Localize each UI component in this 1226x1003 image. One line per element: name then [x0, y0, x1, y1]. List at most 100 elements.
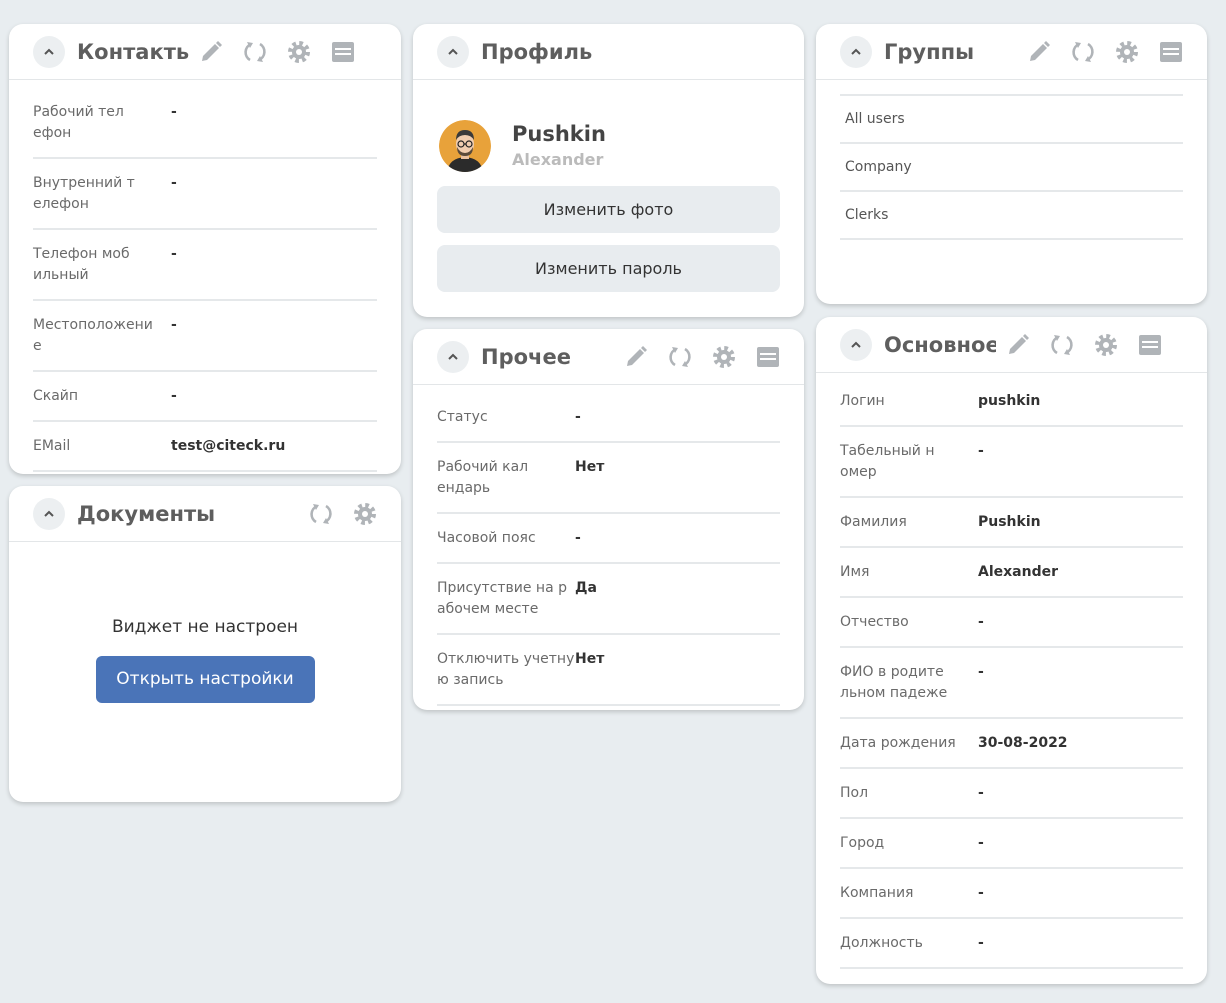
avatar-image: [439, 120, 491, 172]
field-label: Отключить учетную запись: [437, 651, 575, 688]
field-value: -: [171, 175, 177, 191]
edit-button[interactable]: [1017, 30, 1061, 74]
contacts-list: Рабочий телефон - Внутренний телефон - Тел…: [9, 80, 401, 472]
pencil-icon: [202, 40, 222, 61]
archive-button[interactable]: [321, 30, 365, 74]
contact-row: Внутренний телефон -: [33, 159, 377, 230]
collapse-button[interactable]: [840, 328, 872, 361]
main-row: Табельный номер -: [840, 427, 1183, 498]
refresh-icon: [1072, 41, 1094, 62]
refresh-button[interactable]: [1040, 323, 1084, 367]
contacts-widget: Контакты Рабочий телефон - Внутренний тел…: [9, 24, 401, 474]
other-widget: Прочее Статус - Рабочий календарь Нет Часо…: [413, 329, 804, 710]
field-value: Нет: [575, 459, 605, 475]
profile-last-name: Pushkin: [512, 121, 606, 146]
avatar: [439, 120, 491, 172]
main-row: ФИО в родительном падеже -: [840, 648, 1183, 719]
widget-title: Группы: [884, 39, 975, 64]
archive-icon: [332, 41, 354, 62]
collapse-button[interactable]: [437, 340, 469, 373]
archive-icon: [1160, 41, 1182, 62]
main-list: Логин pushkin Табельный номер - Фамилия Pus…: [816, 373, 1207, 969]
documents-widget: Документы Виджет не настроен Открыть нас…: [9, 486, 401, 802]
field-label: Внутренний телефон: [33, 175, 135, 212]
field-label: Рабочий календарь: [437, 459, 529, 496]
widget-title: Прочее: [481, 344, 571, 369]
widget-title: Контакты: [77, 39, 189, 64]
edit-button[interactable]: [189, 30, 233, 74]
profile-header: Профиль: [413, 24, 804, 80]
chevron-up-icon: [44, 510, 54, 517]
pencil-icon: [627, 345, 647, 366]
documents-header: Документы: [9, 486, 401, 542]
collapse-button[interactable]: [33, 497, 65, 530]
refresh-button[interactable]: [658, 335, 702, 379]
field-label: Скайп: [33, 388, 79, 404]
collapse-button[interactable]: [437, 35, 469, 68]
change-password-button[interactable]: Изменить пароль: [437, 245, 780, 292]
other-row: Часовой пояс -: [437, 514, 780, 564]
main-row: Имя Alexander: [840, 548, 1183, 598]
main-row: Дата рождения 30-08-2022: [840, 719, 1183, 769]
open-settings-button[interactable]: Открыть настройки: [95, 656, 315, 703]
documents-body: Виджет не настроен Открыть настройки: [9, 542, 401, 703]
field-value: -: [171, 388, 177, 404]
contact-row: EMail test@citeck.ru: [33, 422, 377, 472]
refresh-icon: [669, 346, 691, 367]
other-row: Статус -: [437, 393, 780, 443]
field-label: Присутствие на рабочем месте: [437, 580, 567, 617]
field-value: -: [978, 614, 984, 630]
chevron-up-icon: [448, 48, 458, 55]
refresh-button[interactable]: [233, 30, 277, 74]
profile-widget: Профиль Pushkin Alexander Изменить фото …: [413, 24, 804, 317]
archive-icon: [757, 346, 779, 367]
archive-button[interactable]: [1128, 323, 1172, 367]
field-label: EMail: [33, 438, 71, 454]
settings-button[interactable]: [1105, 30, 1149, 74]
main-row: Отчество -: [840, 598, 1183, 648]
field-label: Фамилия: [840, 514, 907, 530]
pencil-icon: [1009, 333, 1029, 354]
main-row: Должность -: [840, 919, 1183, 969]
refresh-button[interactable]: [1061, 30, 1105, 74]
settings-button[interactable]: [343, 492, 387, 536]
refresh-button[interactable]: [299, 492, 343, 536]
other-header: Прочее: [413, 329, 804, 385]
contact-row: Скайп -: [33, 372, 377, 422]
archive-button[interactable]: [1149, 30, 1193, 74]
group-item[interactable]: Clerks: [840, 190, 1183, 240]
main-row: Пол -: [840, 769, 1183, 819]
field-label: Рабочий телефон: [33, 104, 124, 141]
widget-title: Документы: [77, 501, 216, 526]
pencil-icon: [1030, 40, 1050, 61]
main-row: Фамилия Pushkin: [840, 498, 1183, 548]
archive-button[interactable]: [746, 335, 790, 379]
field-label: Логин: [840, 393, 885, 409]
change-photo-button[interactable]: Изменить фото: [437, 186, 780, 233]
settings-button[interactable]: [1084, 323, 1128, 367]
edit-button[interactable]: [614, 335, 658, 379]
edit-button[interactable]: [996, 323, 1040, 367]
collapse-button[interactable]: [840, 35, 872, 68]
field-value: -: [978, 935, 984, 951]
chevron-up-icon: [448, 353, 458, 360]
main-header: Основное: [816, 317, 1207, 373]
field-label: Компания: [840, 885, 914, 901]
collapse-button[interactable]: [33, 35, 65, 68]
main-row: Компания -: [840, 869, 1183, 919]
profile-info: Pushkin Alexander: [413, 80, 804, 186]
contacts-header: Контакты: [9, 24, 401, 80]
widget-title: Основное: [884, 332, 996, 357]
chevron-up-icon: [851, 341, 861, 348]
field-value: Да: [575, 580, 597, 596]
settings-button[interactable]: [277, 30, 321, 74]
field-value: 30-08-2022: [978, 735, 1068, 751]
gear-icon: [713, 345, 735, 368]
field-label: Пол: [840, 785, 869, 801]
gear-icon: [1116, 40, 1138, 63]
field-label: Должность: [840, 935, 923, 951]
field-value: -: [575, 530, 581, 546]
settings-button[interactable]: [702, 335, 746, 379]
group-item[interactable]: Company: [840, 142, 1183, 190]
group-item[interactable]: All users: [840, 94, 1183, 142]
